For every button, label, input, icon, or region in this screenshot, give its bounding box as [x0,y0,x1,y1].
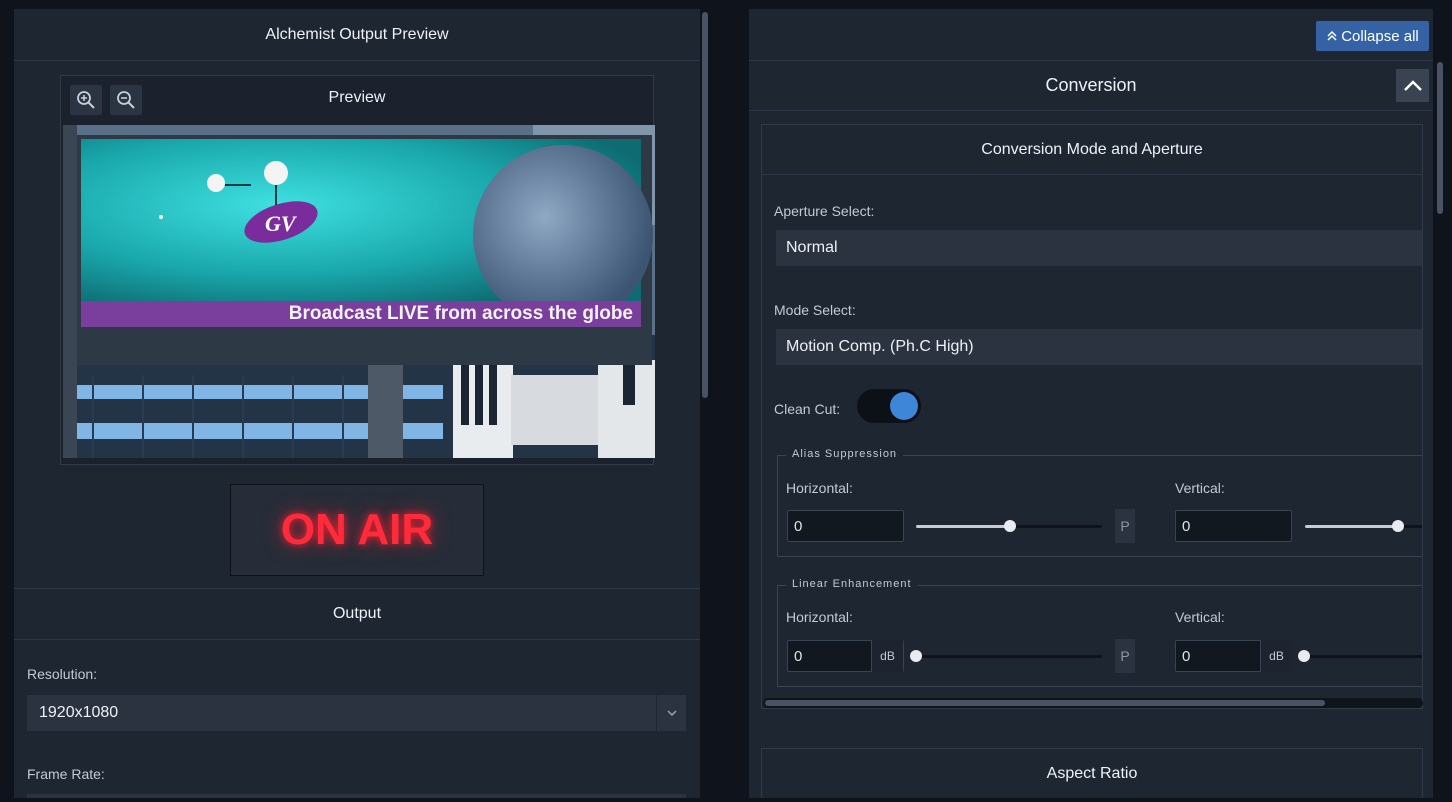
alias-p-button[interactable]: P [1115,509,1135,543]
resolution-label: Resolution: [27,666,98,682]
alias-vertical-fill [1305,525,1397,528]
conversion-title: Conversion [1045,75,1137,95]
frame-rate-label: Frame Rate: [27,766,105,782]
frame-rate-select[interactable] [27,794,686,798]
linear-horizontal-value: 0 [794,647,803,665]
alias-horizontal-input[interactable]: 0 [787,510,904,542]
aperture-select-label: Aperture Select: [774,203,875,219]
conversion-mode-aperture-box: Conversion Mode and Aperture Aperture Se… [761,124,1423,709]
on-air-indicator: ON AIR [230,484,484,576]
left-scrollbar[interactable] [702,12,708,398]
panel-title: Alchemist Output Preview [14,9,700,61]
mode-aperture-title: Conversion Mode and Aperture [762,125,1422,175]
alias-horizontal-value: 0 [794,517,803,535]
aspect-ratio-title: Aspect Ratio [1046,765,1138,782]
aspect-ratio-box[interactable]: Aspect Ratio [761,748,1423,798]
alias-vertical-input[interactable]: 0 [1175,510,1292,542]
preview-video-frame: Broadcast LIVE from across the globe GV [63,125,655,458]
double-chevron-up-icon [1327,30,1337,41]
mode-select[interactable]: Motion Comp. (Ph.C High) [776,329,1422,365]
linear-horizontal-label: Horizontal: [786,609,853,625]
linear-enhancement-group: Linear Enhancement Horizontal: 0 dB P Ve… [777,578,1422,687]
linear-horizontal-unit: dB [871,640,903,672]
clean-cut-label: Clean Cut: [774,401,841,417]
resolution-select[interactable]: 1920x1080 [27,695,686,731]
alias-horizontal-fill [916,525,1010,528]
on-air-text: ON AIR [280,505,434,554]
clean-cut-toggle[interactable] [857,389,921,423]
linear-vertical-handle[interactable] [1298,650,1310,662]
resolution-value: 1920x1080 [39,704,119,721]
linear-horizontal-slider[interactable] [911,655,1102,658]
chevron-up-icon [1403,79,1422,91]
linear-horizontal-handle[interactable] [910,650,922,662]
alias-vertical-label: Vertical: [1175,480,1225,496]
alias-vertical-handle[interactable] [1392,520,1404,532]
collapse-conversion-button[interactable] [1396,69,1429,102]
alias-vertical-value: 0 [1182,517,1191,535]
aperture-select[interactable]: Normal [776,230,1422,266]
alias-suppression-group: Alias Suppression Horizontal: 0 P Vertic… [777,448,1422,557]
preview-image: Broadcast LIVE from across the globe GV [63,125,655,458]
linear-vertical-value: 0 [1182,647,1191,665]
alias-horizontal-handle[interactable] [1004,520,1016,532]
mode-select-value: Motion Comp. (Ph.C High) [786,338,974,355]
horizontal-scrollbar[interactable] [763,698,1423,708]
svg-text:GV: GV [265,211,298,236]
alias-horizontal-label: Horizontal: [786,480,853,496]
right-scrollbar[interactable] [1437,62,1443,214]
collapse-all-label: Collapse all [1341,27,1419,45]
alias-suppression-legend: Alias Suppression [786,448,904,460]
mode-select-label: Mode Select: [774,302,856,318]
settings-panel: Collapse all Conversion Conversion Mode … [749,9,1433,798]
collapse-all-button[interactable]: Collapse all [1316,21,1429,51]
dropdown-chevron-icon [656,695,686,731]
conversion-section-header[interactable]: Conversion [749,60,1433,111]
svg-text:Broadcast LIVE from across the: Broadcast LIVE from across the globe [289,303,633,324]
linear-vertical-unit: dB [1260,640,1292,672]
output-preview-panel: Alchemist Output Preview Preview Broadca… [14,9,700,798]
linear-vertical-label: Vertical: [1175,609,1225,625]
toggle-knob [890,392,918,420]
aperture-select-value: Normal [786,239,838,256]
horizontal-scrollbar-thumb[interactable] [765,700,1325,706]
output-section-title: Output [14,589,700,640]
linear-p-button[interactable]: P [1115,639,1135,673]
linear-vertical-slider[interactable] [1299,655,1422,658]
preview-title: Preview [328,89,386,106]
linear-enhancement-legend: Linear Enhancement [786,578,918,590]
